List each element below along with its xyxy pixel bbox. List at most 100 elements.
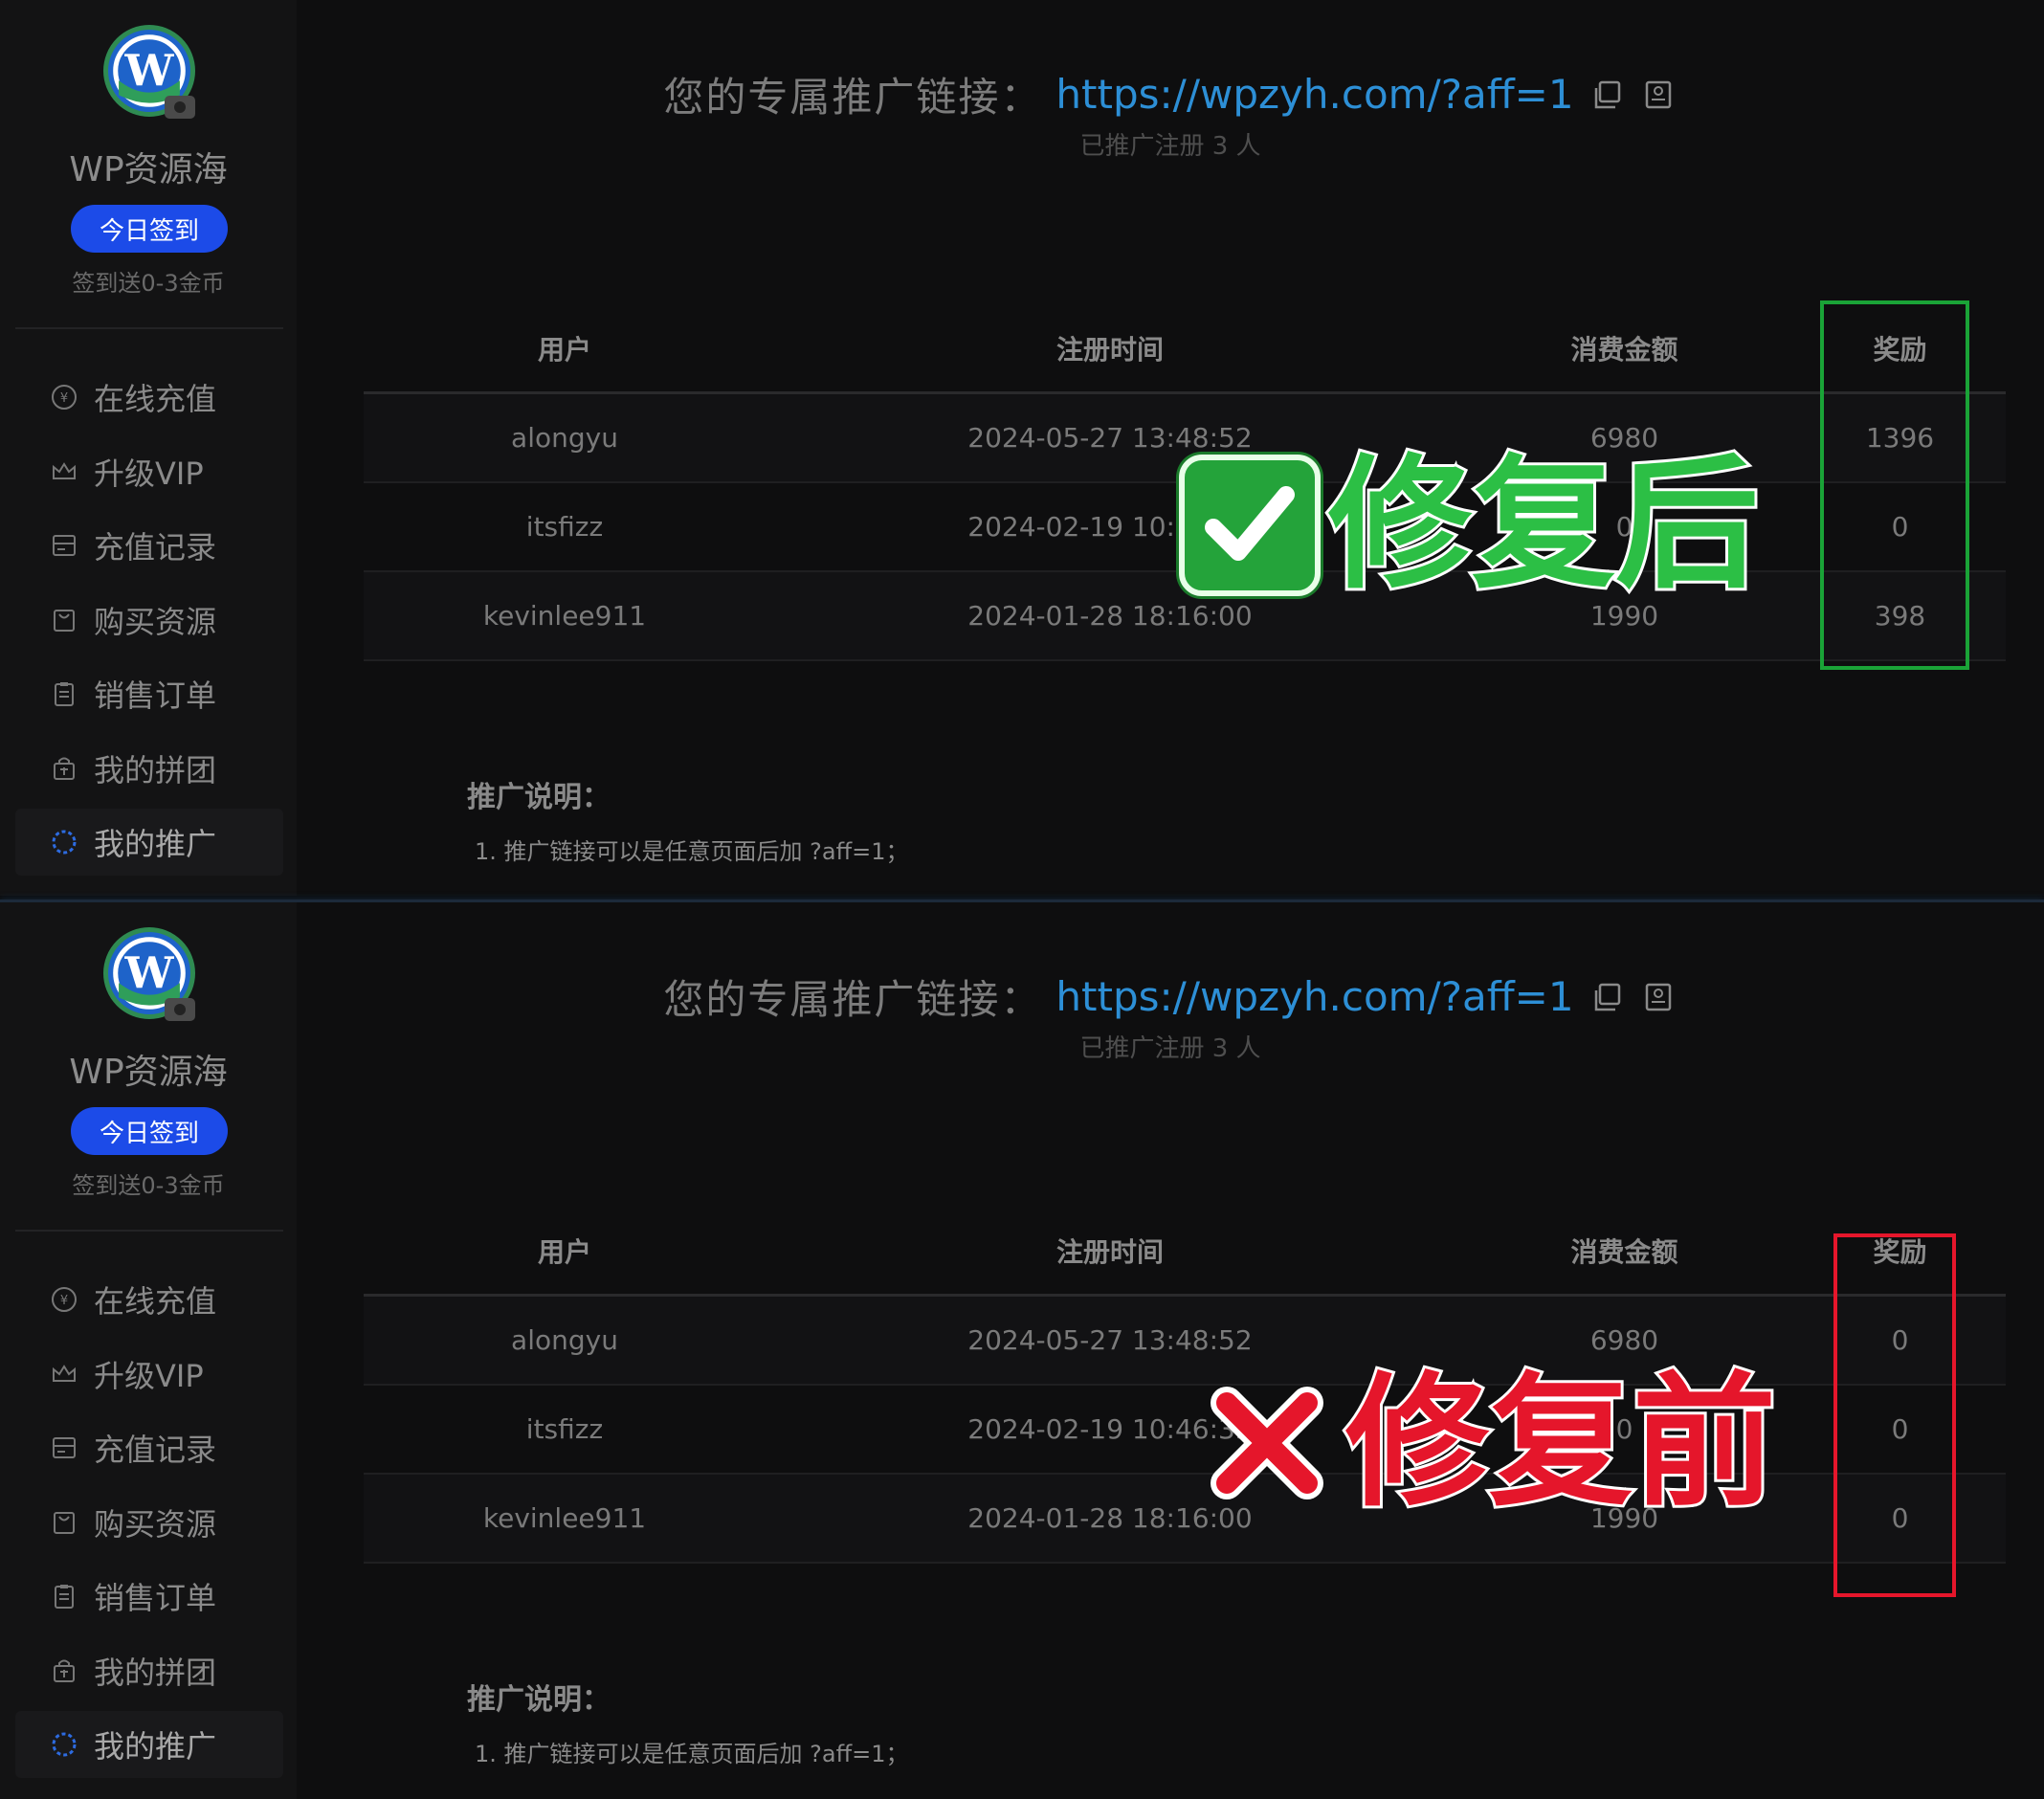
registered-count: 已推广注册 3 人 (1079, 1034, 1261, 1063)
wallet-icon (48, 1432, 80, 1464)
promo-notes-title: 推广说明： (467, 781, 611, 814)
cell-user: alongyu (511, 1324, 618, 1356)
promo-spinner-icon (48, 1728, 80, 1761)
checkin-button[interactable]: 今日签到 (71, 1107, 228, 1155)
svg-text:W: W (124, 946, 175, 998)
panel-before: W WP资源海 今日签到 签到送0-3金币 ¥ 在线充值 升级VIP 充值记录 购… (0, 900, 2044, 1799)
clipboard-icon (48, 677, 80, 710)
col-spend: 消费金额 (1570, 1235, 1678, 1268)
cell-user: kevinlee911 (482, 1502, 647, 1534)
sidebar-divider (15, 327, 283, 329)
col-reg-time: 注册时间 (1055, 1235, 1164, 1268)
table-header: 用户 注册时间 消费金额 奖励 (364, 1207, 2006, 1297)
sidebar-item-promotion[interactable]: 我的推广 (15, 809, 283, 876)
copy-icon[interactable] (1588, 76, 1626, 114)
promo-link-url[interactable]: https://wpzyh.com/?aff=1 (1055, 973, 1573, 1020)
table-header: 用户 注册时间 消费金额 奖励 (364, 304, 2006, 394)
col-reg-time: 注册时间 (1055, 333, 1164, 366)
sidebar-item-sales[interactable]: 销售订单 (15, 1563, 283, 1630)
group-buy-icon (48, 1655, 80, 1687)
before-fix-label: 修复前 (1343, 1360, 1779, 1526)
checkin-button[interactable]: 今日签到 (71, 205, 228, 253)
cell-reg-time: 2024-05-27 13:48:52 (967, 1324, 1253, 1356)
promo-link-label: 您的专属推广链接： (663, 976, 1043, 1023)
wallet-icon (48, 529, 80, 562)
crown-icon (48, 455, 80, 488)
cell-user: itsfizz (525, 1413, 604, 1445)
copy-icon[interactable] (1588, 978, 1626, 1016)
site-name: WP资源海 (69, 1053, 228, 1092)
sidebar-item-label: 充值记录 (94, 529, 217, 566)
sidebar-item-label: 购买资源 (94, 603, 217, 640)
sidebar-item-promotion[interactable]: 我的推广 (15, 1711, 283, 1778)
sidebar-item-label: 我的推广 (94, 1728, 217, 1765)
promo-link-row: 您的专属推广链接： https://wpzyh.com/?aff=1 (297, 65, 2044, 123)
sidebar: W WP资源海 今日签到 签到送0-3金币 ¥ 在线充值 升级VIP 充值记录 购… (0, 902, 297, 1799)
after-fix-label: 修复后 (1325, 442, 1762, 609)
col-user: 用户 (537, 333, 591, 366)
sidebar-item-label: 在线充值 (94, 381, 217, 417)
clipboard-icon (48, 1580, 80, 1612)
sidebar-item-recharge-log[interactable]: 充值记录 (15, 1414, 283, 1481)
sidebar-item-label: 我的推广 (94, 826, 217, 862)
cross-mark-icon (1196, 1372, 1338, 1514)
poster-icon[interactable] (1639, 978, 1677, 1016)
sidebar-item-groupbuy[interactable]: 我的拼团 (15, 1637, 283, 1704)
bag-icon (48, 604, 80, 636)
group-buy-icon (48, 752, 80, 785)
check-mark-icon (1179, 455, 1321, 596)
checkin-subtitle: 签到送0-3金币 (72, 1172, 225, 1199)
crown-icon (48, 1358, 80, 1390)
promo-link-row: 您的专属推广链接： https://wpzyh.com/?aff=1 (297, 967, 2044, 1026)
sidebar-menu: ¥ 在线充值 升级VIP 充值记录 购买资源 销售订单 我的拼团 我的推广 (15, 1266, 283, 1786)
camera-icon[interactable] (165, 96, 195, 119)
site-name: WP资源海 (69, 150, 228, 189)
sidebar: W WP资源海 今日签到 签到送0-3金币 ¥ 在线充值 升级VIP 充值记录 购… (0, 0, 297, 896)
sidebar-item-label: 升级VIP (94, 455, 204, 492)
sidebar-item-label: 购买资源 (94, 1505, 217, 1543)
cell-user: alongyu (511, 422, 618, 454)
sidebar-item-label: 销售订单 (94, 677, 217, 714)
cell-user: itsfizz (525, 511, 604, 543)
sidebar-item-purchases[interactable]: 购买资源 (15, 1489, 283, 1556)
sidebar-item-label: 在线充值 (94, 1283, 217, 1320)
registered-count: 已推广注册 3 人 (1079, 132, 1261, 161)
sidebar-divider (15, 1230, 283, 1232)
poster-icon[interactable] (1639, 76, 1677, 114)
sidebar-menu: ¥ 在线充值 升级VIP 充值记录 购买资源 销售订单 我的拼团 我的推广 (15, 364, 283, 883)
sidebar-item-vip[interactable]: 升级VIP (15, 438, 283, 505)
panel-after: W WP资源海 今日签到 签到送0-3金币 ¥ 在线充值 升级VIP 充值记录 购… (0, 0, 2044, 896)
col-spend: 消费金额 (1570, 333, 1678, 366)
promo-notes-title: 推广说明： (467, 1683, 611, 1717)
promo-note-item: 1. 推广链接可以是任意页面后加 ?aff=1； (475, 1741, 909, 1767)
yen-circle-icon: ¥ (48, 381, 80, 413)
sidebar-item-label: 销售订单 (94, 1580, 217, 1616)
promo-link-url[interactable]: https://wpzyh.com/?aff=1 (1055, 71, 1573, 118)
reward-highlight-box (1833, 1233, 1956, 1597)
reward-highlight-box (1820, 300, 1969, 670)
sidebar-item-groupbuy[interactable]: 我的拼团 (15, 735, 283, 802)
before-fix-badge: 修复前 (1196, 1360, 1779, 1526)
sidebar-item-label: 充值记录 (94, 1432, 217, 1468)
promo-spinner-icon (48, 826, 80, 858)
svg-text:W: W (124, 44, 175, 96)
svg-text:¥: ¥ (60, 1294, 68, 1308)
sidebar-item-label: 升级VIP (94, 1357, 204, 1394)
main-content: 您的专属推广链接： https://wpzyh.com/?aff=1 已推广注册… (297, 0, 2044, 896)
svg-text:¥: ¥ (60, 391, 68, 406)
col-user: 用户 (537, 1235, 591, 1268)
sidebar-item-vip[interactable]: 升级VIP (15, 1341, 283, 1408)
checkin-subtitle: 签到送0-3金币 (72, 270, 225, 297)
promo-link-label: 您的专属推广链接： (663, 74, 1043, 121)
cell-spend: 6980 (1589, 1324, 1659, 1356)
main-content: 您的专属推广链接： https://wpzyh.com/?aff=1 已推广注册… (297, 902, 2044, 1799)
sidebar-item-recharge[interactable]: ¥ 在线充值 (15, 1266, 283, 1333)
yen-circle-icon: ¥ (48, 1283, 80, 1316)
camera-icon[interactable] (165, 998, 195, 1021)
sidebar-item-recharge[interactable]: ¥ 在线充值 (15, 364, 283, 431)
bag-icon (48, 1506, 80, 1539)
sidebar-item-label: 我的拼团 (94, 751, 217, 788)
sidebar-item-purchases[interactable]: 购买资源 (15, 587, 283, 654)
sidebar-item-recharge-log[interactable]: 充值记录 (15, 512, 283, 579)
sidebar-item-sales[interactable]: 销售订单 (15, 660, 283, 727)
